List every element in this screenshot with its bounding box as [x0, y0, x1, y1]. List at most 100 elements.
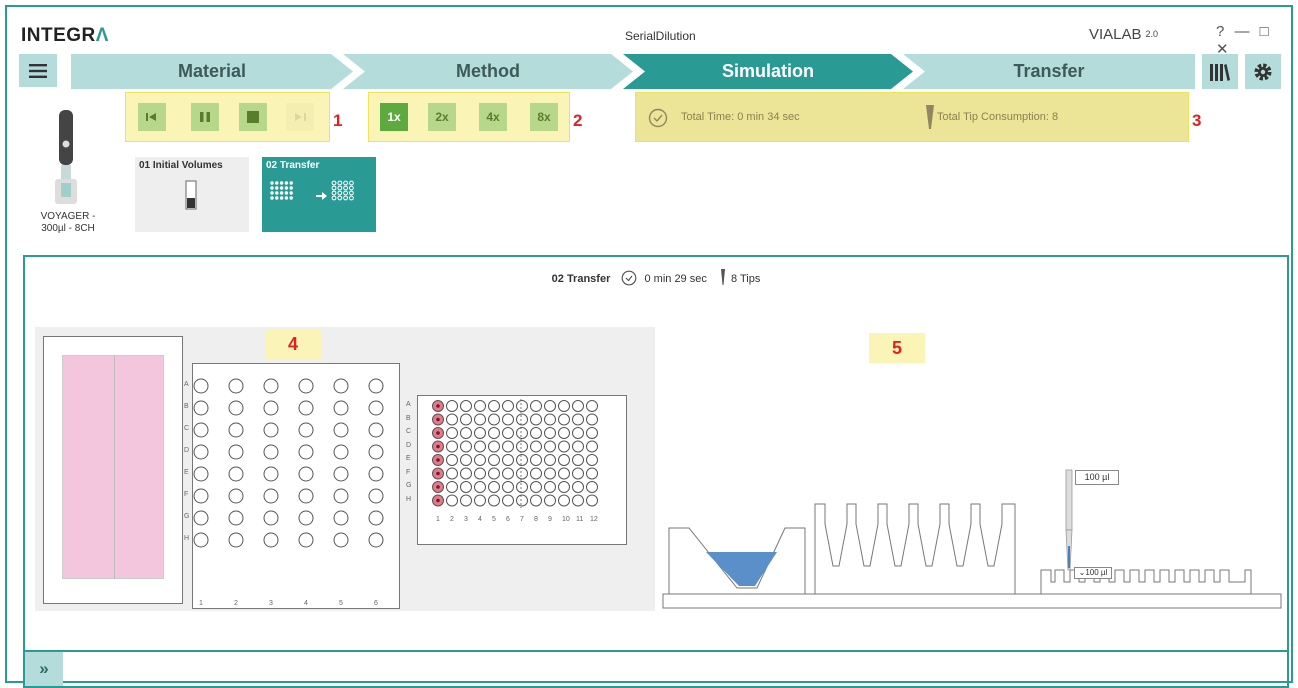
window-controls[interactable]: ? — □ ✕	[1216, 23, 1291, 58]
well[interactable]	[298, 378, 314, 394]
well[interactable]	[263, 422, 279, 438]
well[interactable]	[530, 413, 542, 426]
well[interactable]	[474, 413, 486, 426]
well[interactable]	[516, 481, 528, 493]
well[interactable]	[193, 400, 209, 416]
step-forward-button[interactable]	[286, 103, 314, 131]
well[interactable]	[446, 467, 458, 480]
step-method[interactable]: Method	[343, 54, 633, 89]
well[interactable]	[572, 494, 584, 507]
speed-4x-button[interactable]: 4x	[479, 103, 507, 131]
well[interactable]	[460, 454, 472, 466]
plate-48[interactable]: A B C D E F G H 1 2 3 4 5 6	[184, 363, 400, 609]
well[interactable]	[263, 444, 279, 460]
pause-button[interactable]	[191, 103, 219, 131]
well[interactable]	[263, 466, 279, 482]
well[interactable]	[228, 400, 244, 416]
well[interactable]	[368, 510, 384, 526]
well[interactable]	[572, 400, 584, 412]
library-button[interactable]	[1202, 54, 1238, 89]
well[interactable]	[502, 481, 514, 493]
well[interactable]	[460, 413, 472, 426]
well[interactable]	[502, 467, 514, 480]
well[interactable]	[586, 494, 598, 507]
well[interactable]	[460, 400, 472, 412]
well[interactable]	[572, 427, 584, 439]
well[interactable]	[488, 454, 500, 466]
well[interactable]	[193, 488, 209, 504]
well[interactable]	[516, 440, 528, 453]
well[interactable]	[446, 494, 458, 507]
expand-button[interactable]: »	[25, 652, 63, 686]
well[interactable]	[502, 440, 514, 453]
well[interactable]	[446, 413, 458, 426]
program-step-initial-volumes[interactable]: 01 Initial Volumes	[135, 157, 249, 232]
well[interactable]	[544, 494, 556, 507]
well[interactable]	[228, 488, 244, 504]
well[interactable]	[446, 440, 458, 453]
well[interactable]	[263, 532, 279, 548]
well[interactable]	[228, 444, 244, 460]
step-simulation[interactable]: Simulation	[623, 54, 913, 89]
well[interactable]	[530, 400, 542, 412]
well[interactable]	[530, 454, 542, 466]
stop-button[interactable]	[239, 103, 267, 131]
well[interactable]	[572, 467, 584, 480]
well[interactable]	[544, 413, 556, 426]
well[interactable]	[298, 466, 314, 482]
well[interactable]	[333, 532, 349, 548]
well[interactable]	[298, 532, 314, 548]
well[interactable]	[530, 494, 542, 507]
well[interactable]	[263, 510, 279, 526]
well[interactable]	[502, 454, 514, 466]
well[interactable]	[586, 454, 598, 466]
well[interactable]	[368, 532, 384, 548]
well[interactable]	[516, 400, 528, 412]
well[interactable]	[558, 413, 570, 426]
well[interactable]	[558, 467, 570, 480]
well[interactable]	[530, 427, 542, 439]
well[interactable]	[193, 422, 209, 438]
well[interactable]	[558, 400, 570, 412]
well[interactable]	[530, 481, 542, 493]
well[interactable]	[488, 440, 500, 453]
well[interactable]	[193, 510, 209, 526]
well[interactable]	[544, 400, 556, 412]
well[interactable]	[333, 422, 349, 438]
well[interactable]	[516, 454, 528, 466]
well[interactable]	[446, 454, 458, 466]
well[interactable]	[572, 413, 584, 426]
well[interactable]	[586, 481, 598, 493]
well[interactable]	[298, 510, 314, 526]
step-transfer[interactable]: Transfer	[903, 54, 1195, 89]
well[interactable]	[460, 467, 472, 480]
well[interactable]	[488, 427, 500, 439]
well[interactable]	[460, 481, 472, 493]
well[interactable]	[544, 427, 556, 439]
settings-button[interactable]	[1245, 54, 1281, 89]
well[interactable]	[558, 440, 570, 453]
well[interactable]	[488, 494, 500, 507]
well[interactable]	[474, 454, 486, 466]
well[interactable]	[544, 440, 556, 453]
well[interactable]	[333, 444, 349, 460]
well[interactable]	[530, 440, 542, 453]
reservoir[interactable]	[43, 336, 183, 604]
well[interactable]	[193, 532, 209, 548]
well[interactable]	[474, 494, 486, 507]
plate-96[interactable]: ABCDEFGH 1 2 3 4 5 6 7 8 9 10 11 12	[406, 395, 627, 545]
well[interactable]	[228, 466, 244, 482]
well[interactable]	[544, 481, 556, 493]
speed-1x-button[interactable]: 1x	[380, 103, 408, 131]
well[interactable]	[558, 454, 570, 466]
well[interactable]	[544, 467, 556, 480]
well[interactable]	[446, 427, 458, 439]
step-material[interactable]: Material	[71, 54, 353, 89]
well[interactable]	[368, 488, 384, 504]
well[interactable]	[502, 494, 514, 507]
well[interactable]	[572, 481, 584, 493]
well[interactable]	[488, 413, 500, 426]
well[interactable]	[558, 481, 570, 493]
well[interactable]	[586, 467, 598, 480]
well[interactable]	[228, 422, 244, 438]
